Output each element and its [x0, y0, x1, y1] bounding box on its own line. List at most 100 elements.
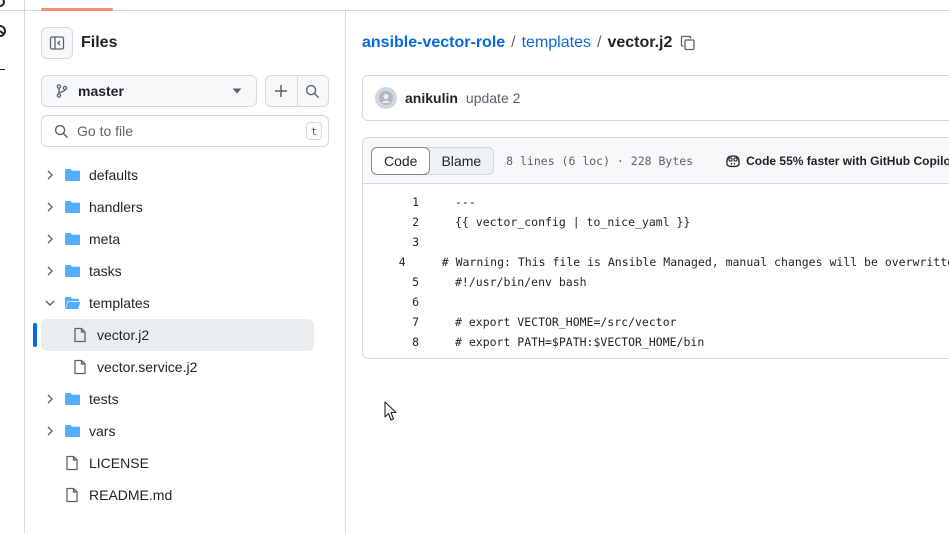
search-button[interactable]	[296, 76, 328, 106]
code-view: 1 --- 2 {{ vector_config | to_nice_yaml }}…	[363, 184, 949, 352]
sidebar-title: Files	[81, 34, 118, 51]
chevron-right-icon[interactable]	[44, 169, 56, 181]
file-tree-sidebar: Files master Go to file t defaults handl…	[25, 11, 346, 533]
code-line: 8 # export PATH=$PATH:$VECTOR_HOME/bin	[363, 332, 949, 352]
folder-icon	[65, 233, 80, 245]
line-number[interactable]: 2	[363, 215, 419, 229]
line-number[interactable]: 1	[363, 195, 419, 209]
line-number[interactable]: 7	[363, 315, 419, 329]
line-number[interactable]: 5	[363, 275, 419, 289]
copilot-promo[interactable]: Code 55% faster with GitHub Copilot	[725, 154, 949, 168]
tree-item-defaults[interactable]: defaults	[25, 159, 345, 191]
blame-tab[interactable]: Blame	[429, 148, 493, 174]
keyboard-shortcut-hint: t	[306, 122, 322, 140]
chevron-right-icon[interactable]	[44, 201, 56, 213]
folder-icon	[65, 265, 80, 277]
file-icon	[66, 487, 78, 503]
breadcrumb-repo-link[interactable]: ansible-vector-role	[362, 34, 505, 52]
copilot-text: Code 55% faster with GitHub Copilot	[746, 153, 949, 168]
tree-item-label: handlers	[89, 199, 143, 215]
add-file-button[interactable]	[266, 76, 297, 106]
view-toggle: Code Blame	[371, 146, 495, 175]
sidebar-collapse-icon	[49, 36, 65, 50]
tree-item-label: vars	[89, 423, 116, 439]
line-number[interactable]: 6	[363, 295, 419, 309]
breadcrumb-separator: /	[511, 34, 516, 51]
chevron-down-icon[interactable]	[44, 297, 56, 309]
line-text: #!/usr/bin/env bash	[455, 275, 587, 289]
tree-item-label: tasks	[89, 263, 122, 279]
commit-author[interactable]: anikulin	[405, 90, 458, 106]
tree-item-meta[interactable]: meta	[25, 223, 345, 255]
file-tree: defaults handlers meta tasks templates v…	[25, 159, 345, 511]
tree-item-label: tests	[89, 391, 119, 407]
collapse-sidebar-button[interactable]	[41, 27, 73, 59]
chevron-right-icon[interactable]	[44, 233, 56, 245]
folder-open-icon	[65, 297, 81, 309]
partial-icon	[0, 25, 6, 37]
plus-icon	[275, 85, 288, 97]
breadcrumb-dir-link[interactable]: templates	[522, 34, 591, 52]
line-text: # Warning: This file is Ansible Managed,…	[441, 255, 949, 269]
tree-item-templates[interactable]: templates	[25, 287, 345, 319]
selected-indicator	[33, 323, 37, 347]
line-text: # export VECTOR_HOME=/src/vector	[455, 315, 677, 329]
branch-selector[interactable]: master	[41, 75, 257, 107]
partial-icon	[0, 0, 5, 7]
chevron-right-icon[interactable]	[44, 265, 56, 277]
tree-item-vars[interactable]: vars	[25, 415, 345, 447]
file-icon	[66, 455, 78, 471]
divider	[0, 69, 5, 70]
git-branch-icon	[56, 84, 68, 98]
tree-item-label: defaults	[89, 167, 139, 183]
folder-icon	[65, 425, 80, 437]
code-tab[interactable]: Code	[371, 146, 431, 175]
code-line: 1 ---	[363, 192, 949, 212]
go-to-file-placeholder: Go to file	[77, 123, 134, 139]
file-header: Code Blame 8 lines (6 loc) · 228 Bytes C…	[363, 138, 949, 184]
code-line: 4 # Warning: This file is Ansible Managed…	[363, 252, 949, 272]
tree-actions	[265, 75, 329, 107]
line-text: # export PATH=$PATH:$VECTOR_HOME/bin	[455, 335, 705, 349]
search-icon	[306, 84, 320, 98]
tree-item-tasks[interactable]: tasks	[25, 255, 345, 287]
code-line: 3	[363, 232, 949, 252]
code-line: 2 {{ vector_config | to_nice_yaml }}	[363, 212, 949, 232]
triangle-down-icon	[232, 88, 242, 94]
tree-item-vector-j2[interactable]: vector.j2	[25, 319, 345, 351]
file-content-box: Code Blame 8 lines (6 loc) · 228 Bytes C…	[362, 137, 949, 359]
left-edge-column	[0, 0, 25, 533]
tree-item-license[interactable]: LICENSE	[25, 447, 345, 479]
line-number[interactable]: 8	[363, 335, 419, 349]
copilot-icon	[726, 154, 740, 167]
code-line: 6	[363, 292, 949, 312]
breadcrumb-current-file: vector.j2	[607, 34, 673, 51]
avatar[interactable]	[375, 87, 397, 109]
tree-item-label: meta	[89, 231, 121, 247]
commit-message[interactable]: update 2	[466, 90, 521, 106]
tree-item-label: templates	[89, 295, 150, 311]
folder-icon	[65, 201, 80, 213]
copy-icon[interactable]	[680, 35, 696, 51]
folder-icon	[65, 169, 80, 181]
tree-item-label: vector.j2	[97, 327, 150, 343]
top-nav-strip	[0, 0, 949, 11]
code-line: 7 # export VECTOR_HOME=/src/vector	[363, 312, 949, 332]
tree-item-vector-service-j2[interactable]: vector.service.j2	[25, 351, 345, 383]
tree-item-label: LICENSE	[89, 455, 149, 471]
search-icon	[54, 124, 69, 138]
chevron-right-icon[interactable]	[44, 425, 56, 437]
latest-commit: anikulin update 2	[362, 75, 949, 121]
tree-item-handlers[interactable]: handlers	[25, 191, 345, 223]
branch-name: master	[78, 83, 124, 99]
line-number[interactable]: 4	[363, 255, 406, 269]
tree-item-label: vector.service.j2	[97, 359, 198, 375]
tree-item-readme[interactable]: README.md	[25, 479, 345, 511]
line-text: {{ vector_config | to_nice_yaml }}	[455, 215, 691, 229]
code-line: 5 #!/usr/bin/env bash	[363, 272, 949, 292]
tree-item-tests[interactable]: tests	[25, 383, 345, 415]
line-number[interactable]: 3	[363, 235, 419, 249]
go-to-file-input[interactable]: Go to file t	[41, 115, 329, 147]
tree-item-label: README.md	[89, 487, 173, 503]
chevron-right-icon[interactable]	[44, 393, 56, 405]
